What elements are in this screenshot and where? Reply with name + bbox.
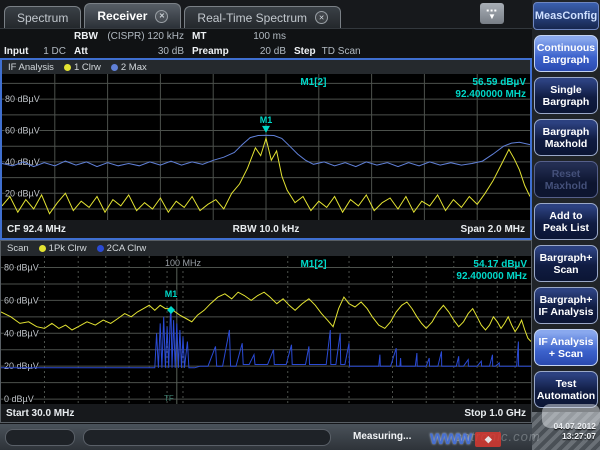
date-label: 04.07.2012 bbox=[553, 421, 596, 431]
legend-trace-1-clrw: 1 Clrw bbox=[64, 62, 101, 73]
status-bar: Measuring... bbox=[0, 423, 532, 450]
main-area: Spectrum Receiver ✕ Real-Time Spectrum ✕ ▪▪▪… bbox=[0, 0, 532, 450]
trace-legend: 1Pk Clrw 2CA Clrw bbox=[39, 243, 147, 254]
setting-label: Att bbox=[74, 46, 88, 57]
softkey-bargraph-scan[interactable]: Bargraph+ Scan bbox=[534, 245, 598, 282]
svg-text:92.400000 MHz: 92.400000 MHz bbox=[455, 89, 526, 100]
if-analysis-header: IF Analysis 1 Clrw 2 Max bbox=[2, 60, 530, 74]
setting-input: Input 1 DC bbox=[0, 46, 70, 57]
softkey-test-automation[interactable]: Test Automation bbox=[534, 371, 598, 408]
time-label: 13:27:07 bbox=[562, 431, 596, 441]
softkey-continuous-bargraph[interactable]: Continuous Bargraph bbox=[534, 35, 598, 72]
panel-title: Scan bbox=[7, 243, 29, 254]
setting-value: (CISPR) 120 kHz bbox=[107, 31, 184, 42]
softkey-if-analysis-scan[interactable]: IF Analysis + Scan bbox=[534, 329, 598, 366]
svg-text:60 dBµV: 60 dBµV bbox=[5, 126, 40, 136]
softkey-column: MeasConfig Continuous Bargraph Single Bar… bbox=[532, 0, 600, 450]
svg-text:40 dBµV: 40 dBµV bbox=[4, 328, 39, 338]
measuring-status: Measuring... bbox=[353, 431, 411, 442]
setting-label: Step bbox=[294, 46, 316, 57]
trace-color-dot bbox=[64, 64, 71, 71]
svg-text:54.17 dBµV: 54.17 dBµV bbox=[473, 259, 527, 270]
setting-rbw: RBW (CISPR) 120 kHz bbox=[70, 31, 188, 42]
start-frequency-readout: Start 30.0 MHz bbox=[6, 408, 266, 419]
settings-row-1: RBW (CISPR) 120 kHz MT 100 ms bbox=[0, 29, 532, 44]
svg-text:56.59 dBµV: 56.59 dBµV bbox=[472, 77, 526, 88]
tab-receiver[interactable]: Receiver ✕ bbox=[84, 3, 181, 28]
softkey-add-to-peak-list[interactable]: Add to Peak List bbox=[534, 203, 598, 240]
trace-color-dot bbox=[111, 64, 118, 71]
svg-text:20 dBµV: 20 dBµV bbox=[4, 361, 39, 371]
settings-bar: RBW (CISPR) 120 kHz MT 100 ms Input 1 DC Att 3… bbox=[0, 28, 532, 58]
softkey-single-bargraph[interactable]: Single Bargraph bbox=[534, 77, 598, 114]
setting-label: RBW bbox=[74, 31, 98, 42]
svg-text:M1[2]: M1[2] bbox=[300, 77, 326, 88]
legend-label: 1 Clrw bbox=[74, 62, 101, 73]
if-analysis-chart[interactable]: 20 dBµV40 dBµV60 dBµV80 dBµVM1M1[2]56.59… bbox=[2, 74, 530, 220]
legend-label: 2CA Clrw bbox=[107, 243, 147, 254]
date-time-display: 04.07.2012 13:27:07 bbox=[532, 412, 600, 450]
tab-bar: Spectrum Receiver ✕ Real-Time Spectrum ✕ ▪▪▪… bbox=[0, 0, 532, 28]
svg-text:0 dBµV: 0 dBµV bbox=[4, 394, 34, 404]
softkey-list: Continuous Bargraph Single Bargraph Bargra… bbox=[532, 30, 600, 408]
svg-text:92.400000 MHz: 92.400000 MHz bbox=[456, 271, 527, 282]
setting-value: 20 dB bbox=[260, 46, 286, 57]
setting-value: TD Scan bbox=[322, 46, 361, 57]
softkey-reset-maxhold[interactable]: Reset Maxhold bbox=[534, 161, 598, 198]
legend-label: 1Pk Clrw bbox=[49, 243, 87, 254]
setting-label: Preamp bbox=[192, 46, 229, 57]
setting-preamp: Preamp 20 dB bbox=[188, 46, 290, 57]
softkey-bargraph-if-analysis[interactable]: Bargraph+ IF Analysis bbox=[534, 287, 598, 324]
setting-label: Input bbox=[4, 46, 28, 57]
legend-label: 2 Max bbox=[121, 62, 147, 73]
svg-text:80 dBµV: 80 dBµV bbox=[4, 263, 39, 273]
svg-text:60 dBµV: 60 dBµV bbox=[4, 295, 39, 305]
softkey-bargraph-maxhold[interactable]: Bargraph Maxhold bbox=[534, 119, 598, 156]
scan-chart[interactable]: TF 0 dBµV 20 dBµV 40 dBµV 60 dBµV 80 dBµV 100 … bbox=[1, 256, 531, 404]
if-analysis-footer: CF 92.4 MHz RBW 10.0 kHz Span 2.0 MHz bbox=[2, 220, 530, 238]
center-frequency-readout: CF 92.4 MHz bbox=[7, 224, 180, 235]
legend-trace-2-max: 2 Max bbox=[111, 62, 147, 73]
tab-spectrum[interactable]: Spectrum bbox=[4, 6, 81, 28]
svg-text:M1: M1 bbox=[260, 115, 273, 125]
trace-legend: 1 Clrw 2 Max bbox=[64, 62, 147, 73]
tab-overview-button[interactable]: ▪▪▪ ▼ bbox=[480, 3, 504, 24]
scan-footer: Start 30.0 MHz Stop 1.0 GHz bbox=[1, 404, 531, 422]
setting-label: MT bbox=[192, 31, 206, 42]
setting-value: 1 DC bbox=[43, 46, 66, 57]
rbw-readout: RBW 10.0 kHz bbox=[180, 224, 353, 235]
svg-text:100 MHz: 100 MHz bbox=[165, 258, 202, 268]
tab-label: Spectrum bbox=[17, 11, 68, 25]
settings-row-2: Input 1 DC Att 30 dB Preamp 20 dB Step TD Scan bbox=[0, 44, 532, 59]
tab-label: Receiver bbox=[97, 9, 147, 23]
scan-header: Scan 1Pk Clrw 2CA Clrw bbox=[1, 241, 531, 256]
panel-title: IF Analysis bbox=[8, 62, 54, 73]
svg-text:TF: TF bbox=[164, 394, 174, 403]
tab-close-icon[interactable]: ✕ bbox=[155, 10, 168, 23]
svg-text:M1[2]: M1[2] bbox=[300, 259, 326, 270]
svg-text:80 dBµV: 80 dBµV bbox=[5, 94, 40, 104]
scan-panel[interactable]: Scan 1Pk Clrw 2CA Clrw TF 0 dBµV 20 dBµV 40 … bbox=[0, 240, 532, 423]
tab-close-icon[interactable]: ✕ bbox=[315, 11, 328, 24]
status-slot-1 bbox=[5, 429, 75, 446]
softkey-menu-title: MeasConfig bbox=[533, 2, 599, 30]
trace-color-dot bbox=[39, 245, 46, 252]
status-slot-2 bbox=[83, 429, 331, 446]
stop-frequency-readout: Stop 1.0 GHz bbox=[266, 408, 526, 419]
setting-step: Step TD Scan bbox=[290, 46, 480, 57]
legend-trace-1pk-clrw: 1Pk Clrw bbox=[39, 243, 87, 254]
setting-mt: MT 100 ms bbox=[188, 31, 290, 42]
chevron-down-icon: ▼ bbox=[488, 13, 496, 20]
setting-value: 100 ms bbox=[253, 31, 286, 42]
tab-label: Real-Time Spectrum bbox=[197, 11, 307, 25]
setting-att: Att 30 dB bbox=[70, 46, 188, 57]
if-analysis-panel[interactable]: IF Analysis 1 Clrw2 Max 20 dBµV40 dBµV60… bbox=[0, 58, 532, 240]
legend-trace-2ca-clrw: 2CA Clrw bbox=[97, 243, 147, 254]
svg-text:M1: M1 bbox=[165, 289, 178, 299]
setting-value: 30 dB bbox=[158, 46, 184, 57]
instrument-screen: Spectrum Receiver ✕ Real-Time Spectrum ✕ ▪▪▪… bbox=[0, 0, 600, 450]
trace-color-dot bbox=[97, 245, 104, 252]
tab-real-time-spectrum[interactable]: Real-Time Spectrum ✕ bbox=[184, 6, 341, 28]
span-readout: Span 2.0 MHz bbox=[352, 224, 525, 235]
